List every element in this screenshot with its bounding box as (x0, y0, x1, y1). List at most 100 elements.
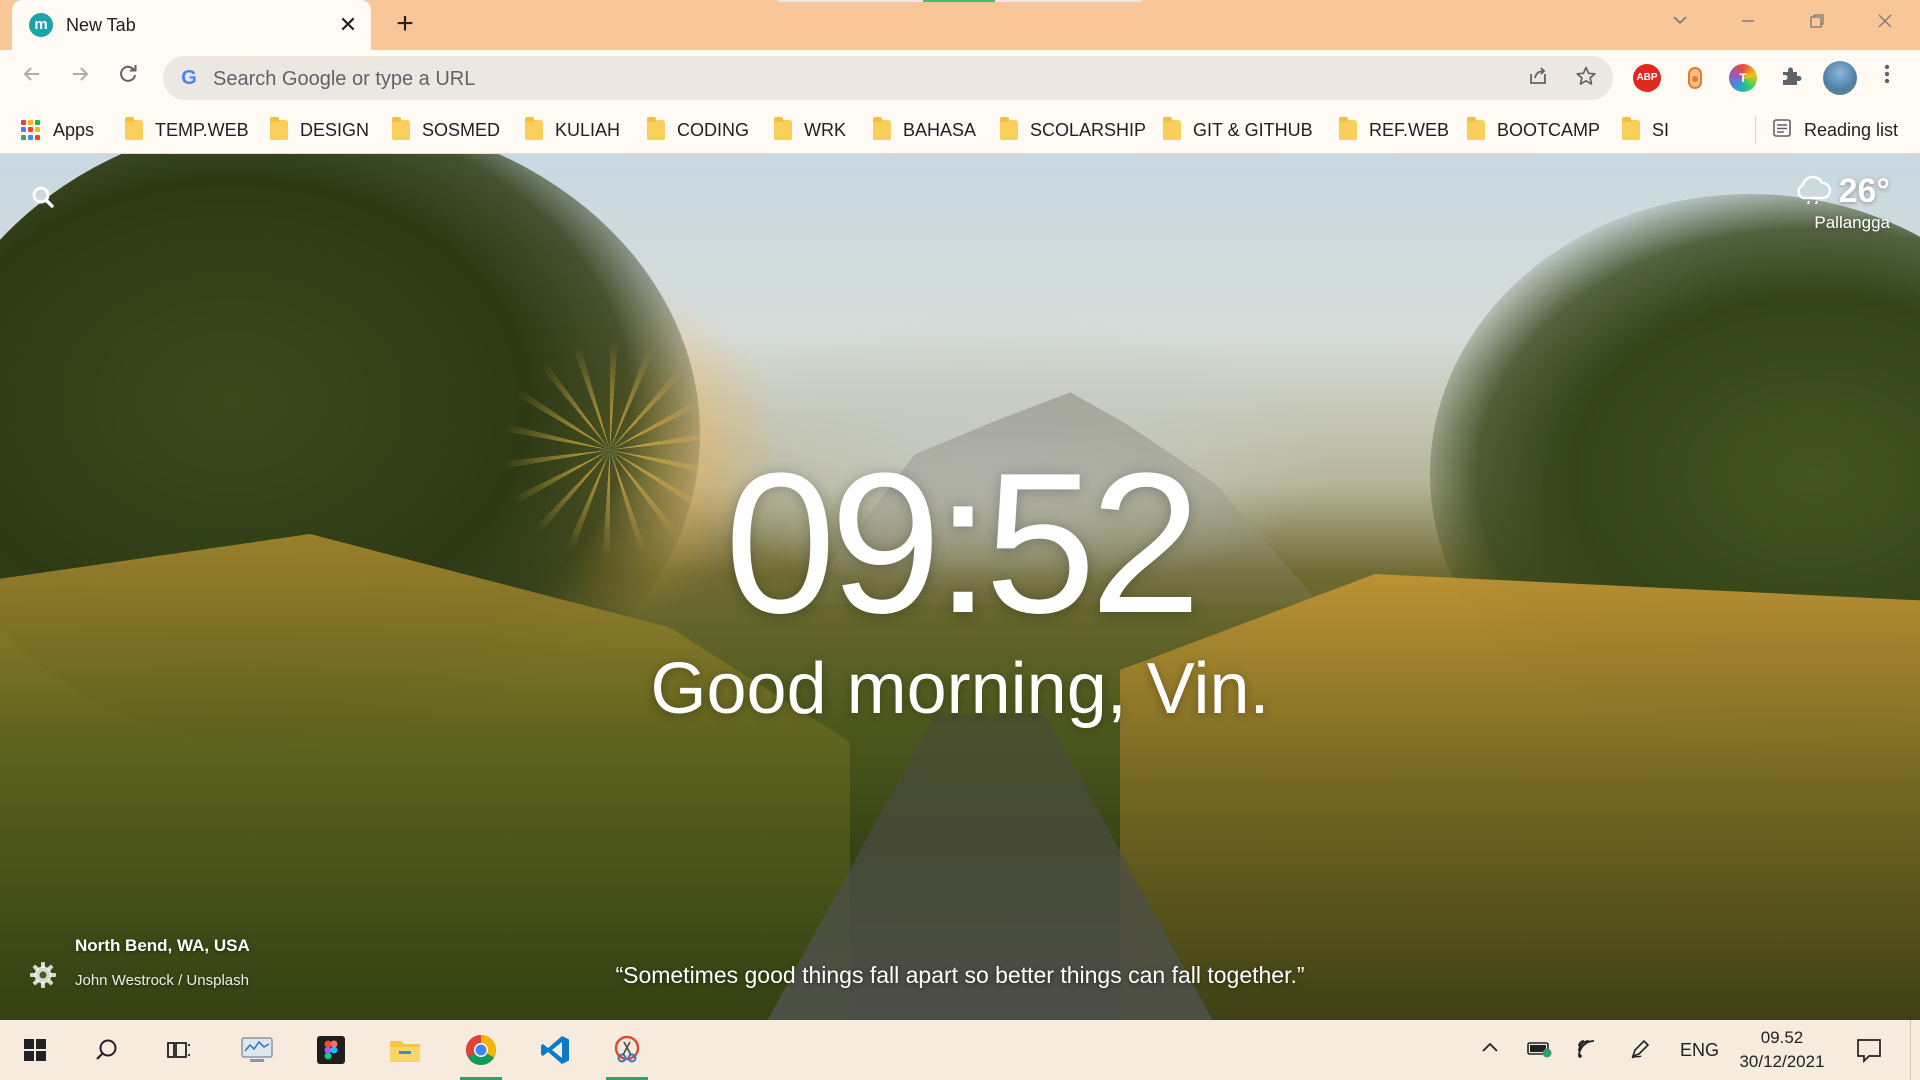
weather-widget[interactable]: 26° Pallangga (1793, 172, 1890, 233)
tab-strip: m New Tab ✕ + (0, 0, 1920, 50)
bookmark-label: GIT & GITHUB (1193, 119, 1313, 140)
language-indicator[interactable]: ENG (1680, 1040, 1719, 1061)
bookmark-star-icon[interactable] (1573, 65, 1599, 91)
greeting-text[interactable]: Good morning, Vin. (0, 644, 1920, 734)
show-hidden-icons[interactable] (1480, 1038, 1500, 1063)
omnibox-placeholder: Search Google or type a URL (213, 68, 476, 90)
google-icon: G (181, 67, 197, 89)
monitor-app-icon[interactable] (226, 1020, 288, 1080)
extension-t-icon[interactable]: T (1729, 64, 1757, 92)
bookmark-folder-scolarship[interactable]: SCOLARSHIP (1000, 116, 1146, 144)
system-time: 09.52 (1760, 1028, 1804, 1047)
file-explorer-icon[interactable] (374, 1020, 436, 1080)
apps-grid-icon (21, 120, 41, 140)
system-date: 30/12/2021 (1739, 1052, 1825, 1071)
bookmark-label: KULIAH (555, 119, 621, 140)
system-clock[interactable]: 09.52 30/12/2021 (1720, 1026, 1844, 1074)
omnibox[interactable]: G Search Google or type a URL (163, 56, 1613, 100)
wifi-icon[interactable] (1576, 1038, 1600, 1065)
folder-icon (774, 117, 792, 140)
chrome-icon[interactable] (450, 1020, 512, 1080)
reading-list-icon (1772, 118, 1792, 143)
momentum-dashboard: 26° Pallangga 09:52 Good morning, Vin. N… (0, 154, 1920, 1020)
weather-temperature: 26° (1838, 172, 1890, 210)
folder-icon (125, 117, 143, 140)
folder-icon (1622, 117, 1640, 140)
taskbar: ENG 09.52 30/12/2021 (0, 1020, 1920, 1080)
browser-toolbar: G Search Google or type a URL ABP T (0, 50, 1920, 106)
chrome-menu-icon[interactable] (1868, 59, 1906, 97)
minimize-icon[interactable] (1713, 0, 1783, 44)
folder-icon (1163, 117, 1181, 140)
bookmark-label: BOOTCAMP (1497, 119, 1601, 140)
search-icon[interactable] (30, 184, 56, 210)
bookmark-folder-temp-web[interactable]: TEMP.WEB (125, 116, 249, 144)
bookmark-label: BAHASA (903, 119, 977, 140)
bookmark-label: DESIGN (300, 119, 370, 140)
bookmarks-divider (1755, 116, 1756, 144)
photo-location: North Bend, WA, USA (75, 936, 250, 955)
folder-icon (647, 117, 665, 140)
momentum-favicon-icon: m (29, 13, 53, 37)
folder-icon (1339, 117, 1357, 140)
adblock-plus-icon[interactable]: ABP (1633, 64, 1661, 92)
folder-icon (1467, 117, 1485, 140)
tab-title: New Tab (66, 15, 136, 35)
bookmark-label: CODING (677, 119, 749, 140)
bookmark-folder-design[interactable]: DESIGN (270, 116, 369, 144)
bookmark-folder-sosmed[interactable]: SOSMED (392, 116, 500, 144)
bookmark-folder-git-github[interactable]: GIT & GITHUB (1163, 116, 1313, 144)
vscode-icon[interactable] (524, 1020, 586, 1080)
folder-icon (1000, 117, 1018, 140)
loading-indicator (778, 0, 1141, 2)
task-view-icon[interactable] (148, 1020, 210, 1080)
bookmark-folder-kuliah[interactable]: KULIAH (525, 116, 620, 144)
bookmarks-bar: Apps TEMP.WEB DESIGN SOSMED KULIAH CODIN… (0, 106, 1920, 154)
extensions-puzzle-icon[interactable] (1777, 64, 1805, 92)
folder-icon (873, 117, 891, 140)
figma-icon[interactable] (300, 1020, 362, 1080)
bookmark-label: WRK (804, 119, 846, 140)
new-tab-button[interactable]: + (388, 8, 422, 42)
extension-orange-icon[interactable] (1681, 64, 1709, 92)
close-window-icon[interactable] (1850, 0, 1920, 44)
bookmark-folder-wrk[interactable]: WRK (774, 116, 846, 144)
bookmark-folder-coding[interactable]: CODING (647, 116, 749, 144)
restore-icon[interactable] (1782, 0, 1852, 44)
bookmark-folder-bootcamp[interactable]: BOOTCAMP (1467, 116, 1600, 144)
bookmark-label: Apps (53, 119, 95, 140)
bookmark-folder-bahasa[interactable]: BAHASA (873, 116, 976, 144)
clock-time[interactable]: 09:52 (0, 444, 1920, 644)
show-desktop-button[interactable] (1910, 1020, 1911, 1080)
snipping-tool-icon[interactable] (596, 1020, 658, 1080)
reading-list-label: Reading list (1804, 119, 1899, 140)
taskbar-search-icon[interactable] (76, 1020, 138, 1080)
folder-icon (270, 117, 288, 140)
pen-icon[interactable] (1629, 1038, 1651, 1065)
bookmark-folder-si[interactable]: SI (1622, 116, 1669, 144)
share-icon[interactable] (1525, 65, 1551, 91)
bookmark-label: SCOLARSHIP (1030, 119, 1147, 140)
daily-quote[interactable]: “Sometimes good things fall apart so bet… (0, 962, 1920, 989)
weather-location: Pallangga (1814, 213, 1890, 232)
reload-icon[interactable] (109, 59, 147, 97)
notifications-icon[interactable] (1856, 1037, 1882, 1068)
windows-start-icon[interactable] (4, 1020, 66, 1080)
reading-list-button[interactable]: Reading list (1772, 116, 1898, 144)
bookmark-label: TEMP.WEB (155, 119, 249, 140)
tab-close-icon[interactable]: ✕ (334, 11, 362, 39)
bookmark-apps[interactable]: Apps (21, 116, 94, 144)
bookmark-label: REF.WEB (1369, 119, 1450, 140)
tab-new-tab[interactable]: m New Tab ✕ (12, 0, 371, 50)
tab-search-icon[interactable] (1645, 0, 1715, 44)
bookmark-label: SI (1652, 119, 1670, 140)
cloud-icon (1793, 174, 1833, 209)
forward-icon[interactable] (61, 59, 99, 97)
bookmark-label: SOSMED (422, 119, 501, 140)
back-icon[interactable] (13, 59, 51, 97)
profile-avatar[interactable] (1823, 61, 1857, 95)
battery-icon[interactable] (1527, 1038, 1553, 1063)
folder-icon (392, 117, 410, 140)
bookmark-folder-ref-web[interactable]: REF.WEB (1339, 116, 1449, 144)
folder-icon (525, 117, 543, 140)
